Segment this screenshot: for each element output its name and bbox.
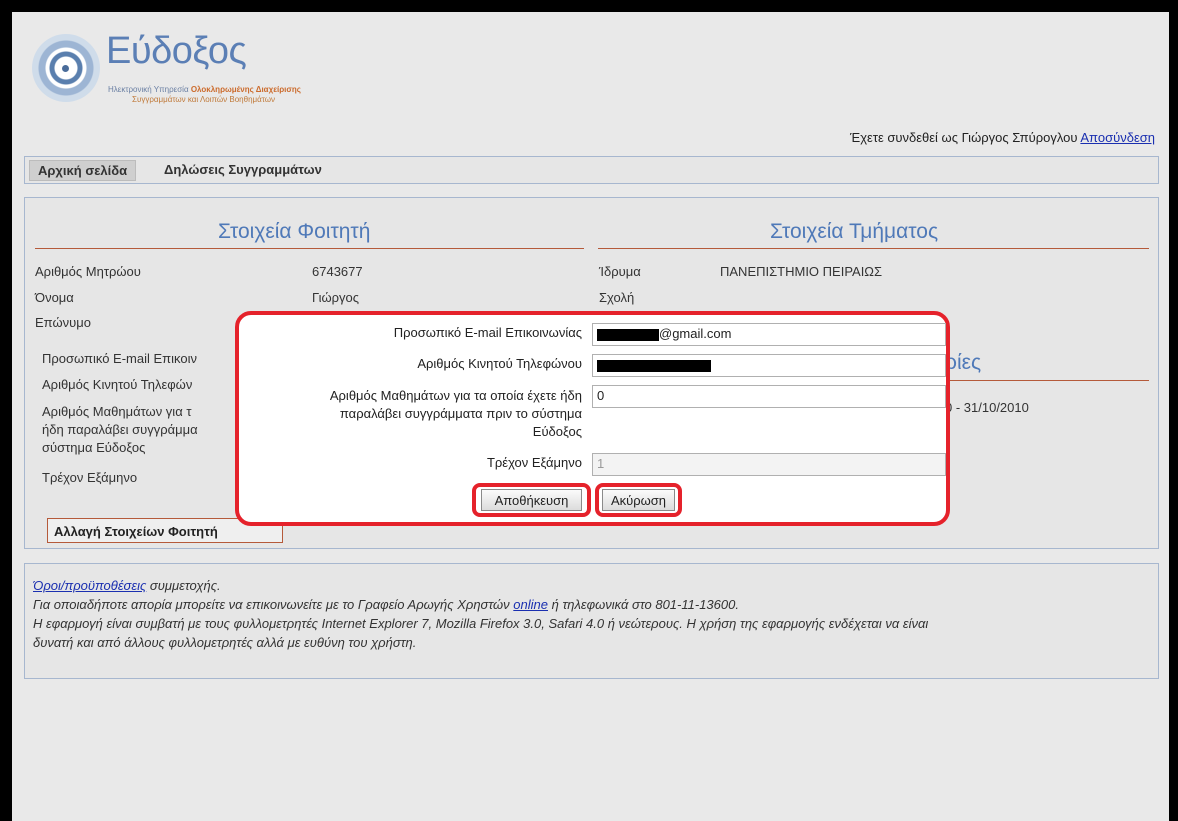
helpdesk-line: Για οποιαδήποτε απορία μπορείτε να επικο… xyxy=(33,597,739,612)
school-label: Σχολή xyxy=(599,290,635,305)
terms-link[interactable]: Όροι/προϋποθέσεις xyxy=(33,578,146,593)
redacted-phone xyxy=(597,359,711,372)
institution-label: Ίδρυμα xyxy=(599,264,641,279)
courses-count-field[interactable]: 0 xyxy=(592,385,946,408)
browser-page: Εύδοξος Ηλεκτρονική Υπηρεσία Ολοκληρωμέν… xyxy=(12,12,1169,821)
login-status: Έχετε συνδεθεί ως Γιώργος Σπύρογλου Αποσ… xyxy=(850,130,1155,145)
modal-email-label: Προσωπικό E-mail Επικοινωνίας xyxy=(393,325,582,340)
redacted-email-prefix xyxy=(597,328,659,341)
courses-label-bg-2: ήδη παραλάβει συγγράμμα xyxy=(42,422,198,437)
period-dates: 0 - 31/10/2010 xyxy=(945,400,1029,415)
email-label-bg: Προσωπικό E-mail Επικοιν xyxy=(42,351,197,366)
first-name-label: Όνομα xyxy=(35,290,74,305)
login-text: Έχετε συνδεθεί ως Γιώργος Σπύρογλου xyxy=(850,130,1078,145)
registration-number-label: Αριθμός Μητρώου xyxy=(35,264,141,279)
eudoxus-logo[interactable]: Εύδοξος Ηλεκτρονική Υπηρεσία Ολοκληρωμέν… xyxy=(32,26,332,111)
modal-semester-label: Τρέχον Εξάμηνο xyxy=(486,455,582,470)
semester-field: 1 xyxy=(592,453,946,476)
footer-info-panel: Όροι/προϋποθέσεις συμμετοχής. Για οποιαδ… xyxy=(24,563,1159,679)
edit-student-dialog: Προσωπικό E-mail Επικοινωνίας @gmail.com… xyxy=(235,311,950,526)
phone-field[interactable] xyxy=(592,354,946,377)
department-section-divider xyxy=(598,248,1149,249)
logo-title: Εύδοξος xyxy=(106,30,247,72)
email-field[interactable]: @gmail.com xyxy=(592,323,946,346)
logo-tagline: Ηλεκτρονική Υπηρεσία Ολοκληρωμένης Διαχε… xyxy=(108,85,301,94)
logo-emblem-icon xyxy=(32,34,100,102)
courses-label-bg-1: Αριθμός Μαθημάτων για τ xyxy=(42,404,192,419)
semester-label-bg: Τρέχον Εξάμηνο xyxy=(42,470,138,485)
main-nav: Αρχική σελίδα Δηλώσεις Συγγραμμάτων xyxy=(24,156,1159,184)
student-section-title: Στοιχεία Φοιτητή xyxy=(218,220,371,243)
logout-link[interactable]: Αποσύνδεση xyxy=(1080,130,1155,145)
first-name-value: Γιώργος xyxy=(312,290,360,305)
logo-tagline-2: Συγγραμμάτων και Λοιπών Βοηθημάτων xyxy=(132,95,276,104)
cancel-button[interactable]: Ακύρωση xyxy=(602,489,675,511)
compatibility-line-2: δυνατή και από άλλους φυλλομετρητές αλλά… xyxy=(33,635,417,650)
periods-section-title: ρίες xyxy=(945,351,982,374)
nav-item-declarations[interactable]: Δηλώσεις Συγγραμμάτων xyxy=(156,160,330,179)
last-name-label: Επώνυμο xyxy=(35,315,91,330)
modal-courses-label: Αριθμός Μαθημάτων για τα οποία έχετε ήδη… xyxy=(329,388,582,439)
terms-line: Όροι/προϋποθέσεις συμμετοχής. xyxy=(33,578,221,593)
student-section-divider xyxy=(35,248,584,249)
nav-item-home[interactable]: Αρχική σελίδα xyxy=(29,160,137,181)
registration-number-value: 6743677 xyxy=(312,264,363,279)
institution-value: ΠΑΝΕΠΙΣΤΗΜΙΟ ΠΕΙΡΑΙΩΣ xyxy=(720,264,883,279)
courses-label-bg-3: σύστημα Εύδοξος xyxy=(42,440,146,455)
compatibility-line-1: Η εφαρμογή είναι συμβατή με τους φυλλομε… xyxy=(33,616,929,631)
save-button[interactable]: Αποθήκευση xyxy=(481,489,582,511)
modal-phone-label: Αριθμός Κινητού Τηλεφώνου xyxy=(417,356,582,371)
phone-label-bg: Αριθμός Κινητού Τηλεφών xyxy=(42,377,193,392)
online-link[interactable]: online xyxy=(513,597,548,612)
periods-section-divider xyxy=(945,380,1149,381)
department-section-title: Στοιχεία Τμήματος xyxy=(770,220,939,243)
